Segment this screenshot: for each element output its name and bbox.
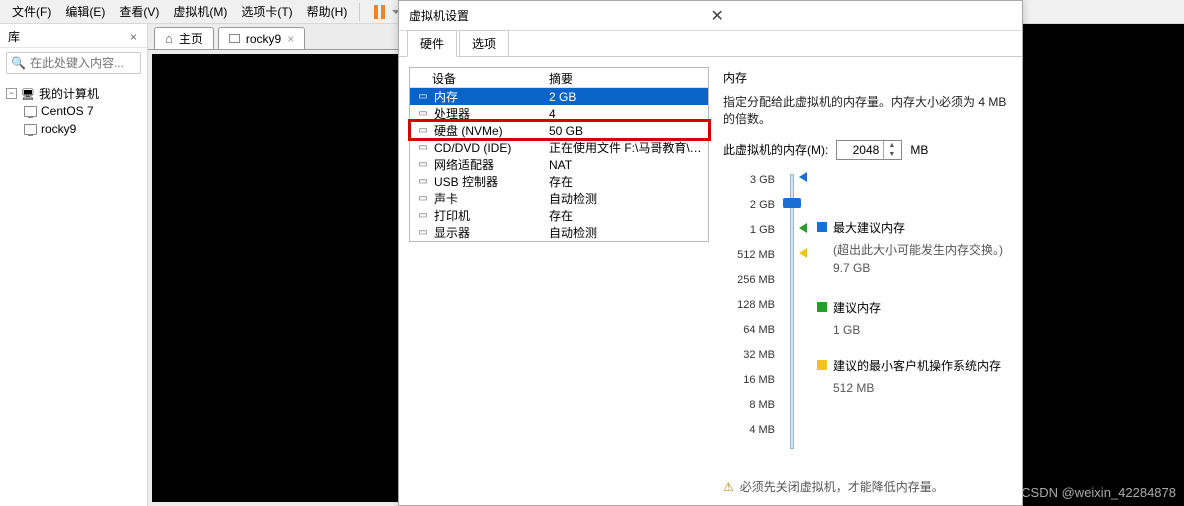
spin-down-icon[interactable]: ▼ <box>884 150 899 159</box>
shutdown-note: 必须先关闭虚拟机，才能降低内存量。 <box>723 468 1008 495</box>
device-icon: ▭ <box>416 108 430 120</box>
tree-item-centos[interactable]: CentOS 7 <box>6 102 143 120</box>
col-summary: 摘要 <box>545 68 577 87</box>
memory-field-label: 此虚拟机的内存(M): <box>723 141 828 158</box>
device-icon: ▭ <box>416 227 430 239</box>
tree-item-rocky[interactable]: rocky9 <box>6 120 143 138</box>
tick-label: 256 MB <box>737 274 775 299</box>
memory-slider[interactable] <box>781 174 803 460</box>
hw-row[interactable]: ▭USB 控制器存在 <box>410 173 708 190</box>
tick-label: 4 MB <box>749 424 775 449</box>
tab-rocky9[interactable]: rocky9 × <box>218 27 305 49</box>
dialog-title: 虚拟机设置 <box>409 7 705 24</box>
hardware-list: 设备 摘要 ▭内存2 GB▭处理器4▭硬盘 (NVMe)50 GB▭CD/DVD… <box>409 67 709 242</box>
library-sidebar: 库 × 🔍 − 我的计算机 CentOS 7 <box>0 24 148 506</box>
hw-row[interactable]: ▭硬盘 (NVMe)50 GB <box>410 122 708 139</box>
legend-yellow-icon <box>817 360 827 370</box>
hw-row[interactable]: ▭打印机存在 <box>410 207 708 224</box>
tick-label: 32 MB <box>743 349 775 374</box>
tick-label: 128 MB <box>737 299 775 324</box>
legend-green-icon <box>817 302 827 312</box>
library-tree: − 我的计算机 CentOS 7 rocky9 <box>0 78 147 138</box>
vm-icon <box>229 34 240 43</box>
hw-row[interactable]: ▭CD/DVD (IDE)正在使用文件 F:\马哥教育\R... <box>410 139 708 156</box>
slider-thumb[interactable] <box>783 198 801 208</box>
sidebar-close-icon[interactable]: × <box>126 30 141 44</box>
tab-options[interactable]: 选项 <box>459 30 509 56</box>
memory-desc: 指定分配给此虚拟机的内存量。内存大小必须为 4 MB 的倍数。 <box>723 94 1008 128</box>
device-icon: ▭ <box>416 125 430 137</box>
hw-row[interactable]: ▭显示器自动检测 <box>410 224 708 241</box>
tick-label: 1 GB <box>750 224 775 249</box>
vm-icon <box>24 124 37 135</box>
vm-icon <box>24 106 37 117</box>
marker-rec-icon <box>799 223 807 233</box>
menu-edit[interactable]: 编辑(E) <box>59 1 111 22</box>
sidebar-title: 库 <box>8 28 20 45</box>
menu-tabs[interactable]: 选项卡(T) <box>235 1 298 22</box>
memory-input[interactable] <box>837 143 883 157</box>
right-black-strip <box>1023 24 1184 506</box>
tree-root[interactable]: − 我的计算机 <box>6 84 143 102</box>
memory-title: 内存 <box>723 69 1008 86</box>
hw-row[interactable]: ▭内存2 GB <box>410 88 708 105</box>
device-icon: ▭ <box>416 210 430 222</box>
marker-min-icon <box>799 248 807 258</box>
device-icon: ▭ <box>416 91 430 103</box>
slider-ticks: 3 GB2 GB1 GB512 MB256 MB128 MB64 MB32 MB… <box>723 174 781 460</box>
menu-file[interactable]: 文件(F) <box>6 1 57 22</box>
tree-collapse-icon[interactable]: − <box>6 88 17 99</box>
tick-label: 2 GB <box>750 199 775 224</box>
menu-help[interactable]: 帮助(H) <box>301 1 354 22</box>
menu-vm[interactable]: 虚拟机(M) <box>167 1 233 22</box>
col-device: 设备 <box>410 68 545 87</box>
memory-spinner[interactable]: ▲▼ <box>836 140 902 160</box>
dialog-close-icon[interactable]: ✕ <box>705 4 1013 28</box>
device-icon: ▭ <box>416 176 430 188</box>
device-icon: ▭ <box>416 159 430 171</box>
memory-legend: 最大建议内存 (超出此大小可能发生内存交换。) 9.7 GB 建议内存 1 GB… <box>803 174 1008 460</box>
home-icon <box>165 31 173 46</box>
watermark: CSDN @weixin_42284878 <box>1021 485 1176 500</box>
hw-row[interactable]: ▭声卡自动检测 <box>410 190 708 207</box>
tick-label: 512 MB <box>737 249 775 274</box>
marker-max-icon <box>799 172 807 182</box>
computer-icon <box>21 87 35 99</box>
tab-close-icon[interactable]: × <box>287 32 294 46</box>
vm-settings-dialog: 虚拟机设置 ✕ 硬件 选项 设备 摘要 ▭内存2 GB▭处理器4▭硬盘 (NVM… <box>398 0 1023 506</box>
device-icon: ▭ <box>416 142 430 154</box>
spin-up-icon[interactable]: ▲ <box>884 141 899 150</box>
menu-view[interactable]: 查看(V) <box>113 1 165 22</box>
search-icon: 🔍 <box>11 56 26 70</box>
memory-unit: MB <box>910 143 928 157</box>
sidebar-search[interactable]: 🔍 <box>6 52 141 74</box>
legend-blue-icon <box>817 222 827 232</box>
device-icon: ▭ <box>416 193 430 205</box>
warning-icon <box>723 480 734 494</box>
memory-panel: 内存 指定分配给此虚拟机的内存量。内存大小必须为 4 MB 的倍数。 此虚拟机的… <box>719 67 1012 495</box>
tick-label: 16 MB <box>743 374 775 399</box>
tick-label: 8 MB <box>749 399 775 424</box>
tick-label: 3 GB <box>750 174 775 199</box>
tab-home[interactable]: 主页 <box>154 27 214 49</box>
hw-row[interactable]: ▭网络适配器NAT <box>410 156 708 173</box>
tick-label: 64 MB <box>743 324 775 349</box>
pause-button[interactable] <box>370 3 388 21</box>
tree-root-label: 我的计算机 <box>39 85 99 102</box>
hw-row[interactable]: ▭处理器4 <box>410 105 708 122</box>
tab-hardware[interactable]: 硬件 <box>407 30 457 57</box>
